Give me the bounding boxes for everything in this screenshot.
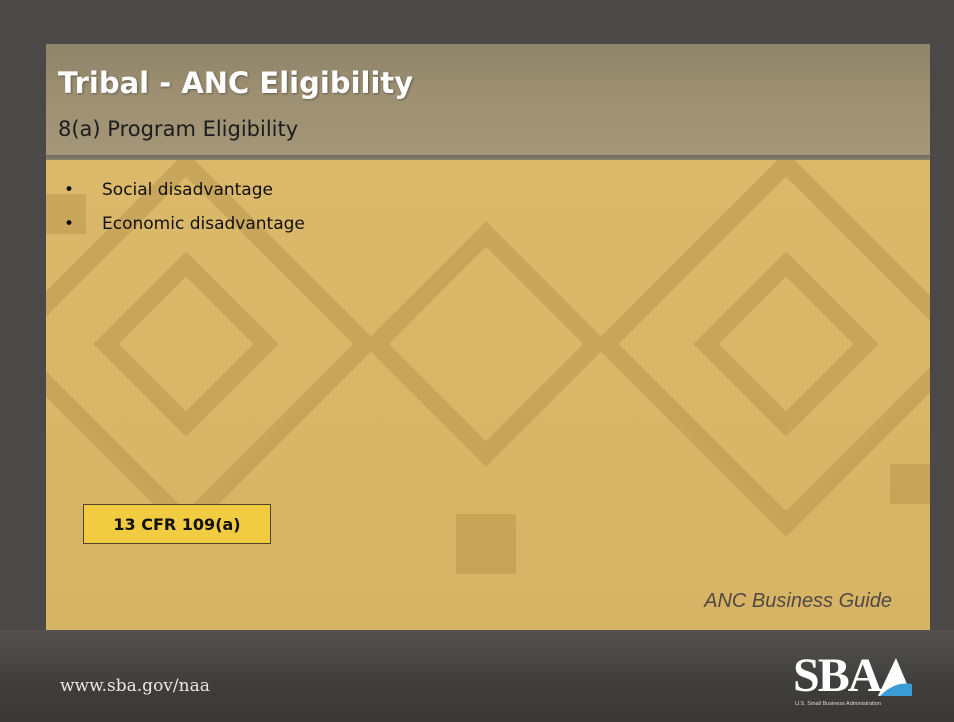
slide-title: Tribal - ANC Eligibility (58, 66, 414, 100)
slide-subtitle: 8(a) Program Eligibility (58, 117, 299, 141)
bullet-item: • Economic disadvantage (64, 210, 305, 244)
right-margin (930, 0, 954, 630)
bullet-text: Economic disadvantage (102, 214, 305, 234)
top-margin (0, 0, 954, 44)
footer-url[interactable]: www.sba.gov/naa (60, 676, 210, 696)
sba-logo-text: SBA (793, 649, 882, 702)
left-margin (0, 0, 46, 630)
slide: Tribal - ANC Eligibility 8(a) Program El… (0, 0, 954, 722)
sba-logo: SBA (793, 649, 882, 702)
sba-logo-subtitle: U.S. Small Business Administration (795, 701, 881, 707)
bullet-list: • Social disadvantage • Economic disadva… (64, 176, 305, 244)
title-divider (46, 155, 930, 160)
bullet-icon: • (64, 180, 75, 200)
citation-text: 13 CFR 109(a) (113, 514, 241, 534)
guide-label: ANC Business Guide (704, 590, 892, 612)
bullet-icon: • (64, 214, 75, 234)
citation-box: 13 CFR 109(a) (83, 504, 271, 544)
sba-logo-swoosh-icon (878, 658, 912, 696)
bullet-item: • Social disadvantage (64, 176, 305, 210)
bullet-text: Social disadvantage (102, 180, 273, 200)
